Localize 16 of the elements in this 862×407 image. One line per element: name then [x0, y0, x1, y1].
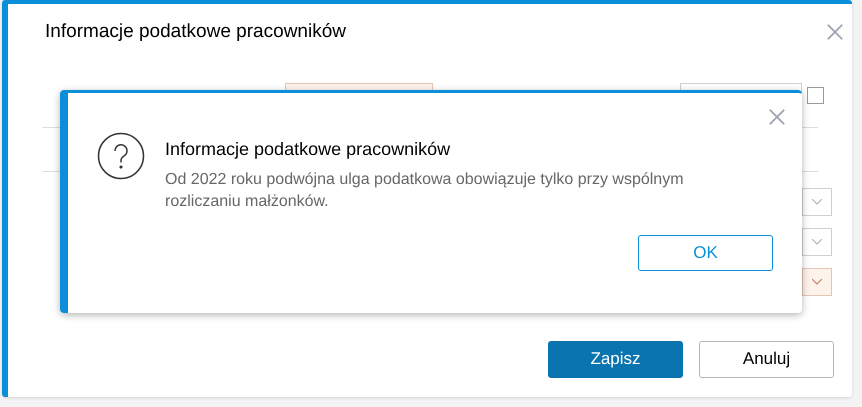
question-icon	[97, 132, 145, 180]
chevron-down-icon	[812, 278, 822, 284]
message-title: Informacje podatkowe pracowników	[165, 138, 452, 161]
chevron-down-icon	[812, 198, 822, 204]
dropdown[interactable]	[802, 268, 832, 296]
dropdown[interactable]	[802, 228, 832, 256]
close-icon[interactable]	[768, 108, 786, 126]
dialog-title: Informacje podatkowe pracowników	[45, 20, 346, 44]
save-button[interactable]: Zapisz	[548, 340, 683, 378]
dropdown[interactable]	[802, 188, 832, 216]
close-icon[interactable]	[826, 23, 844, 42]
checkbox[interactable]	[807, 87, 824, 104]
chevron-down-icon	[812, 238, 822, 244]
message-text: Od 2022 roku podwójna ulga podatkowa obowiązuje tylko przy wspólnym rozliczaniu małżonków.	[165, 170, 685, 212]
ok-button[interactable]: OK	[638, 235, 773, 271]
cancel-button[interactable]: Anuluj	[699, 340, 834, 378]
